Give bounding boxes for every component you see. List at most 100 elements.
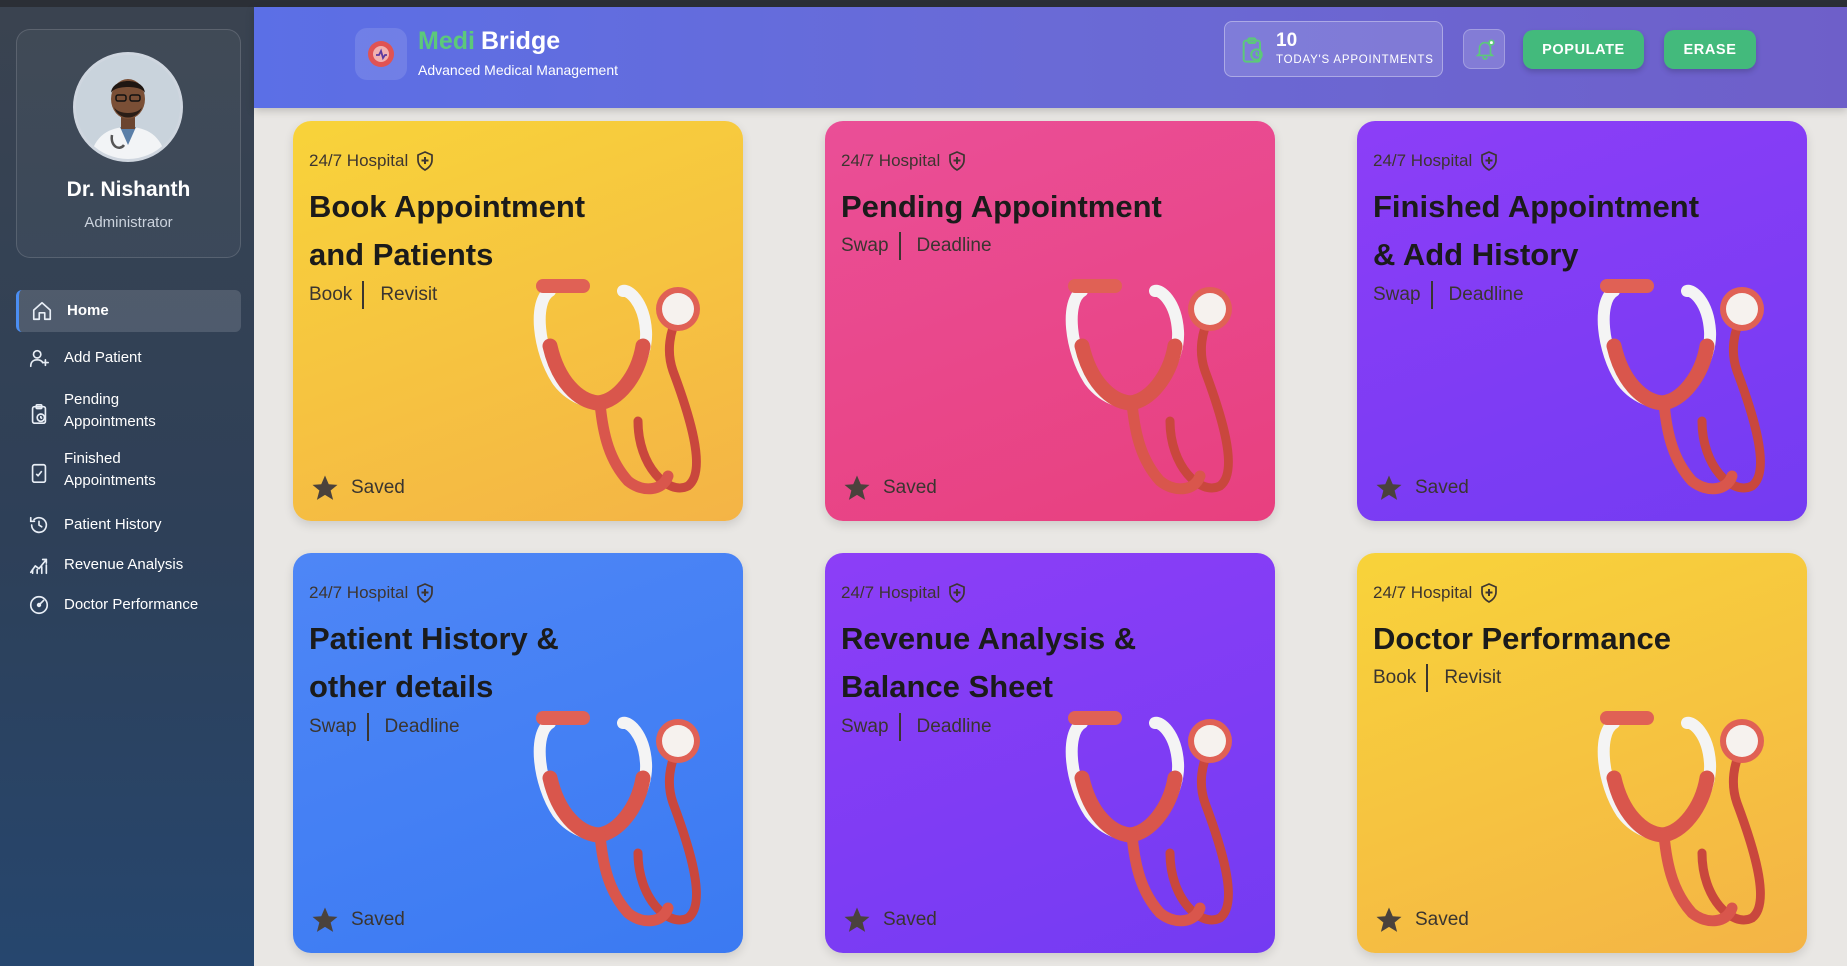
user-plus-icon: [28, 347, 50, 369]
erase-button[interactable]: ERASE: [1664, 30, 1756, 69]
sidebar-item-doctor-performance[interactable]: Doctor Performance: [16, 584, 241, 626]
card-link-deadline[interactable]: Deadline: [917, 716, 992, 738]
card-saved[interactable]: Saved: [841, 905, 937, 935]
card-saved[interactable]: Saved: [1373, 473, 1469, 503]
gauge-icon: [28, 594, 50, 616]
sidebar-item-revenue-analysis[interactable]: Revenue Analysis: [16, 544, 241, 586]
chart-line-icon: [28, 554, 50, 576]
card-book-appointment[interactable]: 24/7 Hospital Book Appointment and Patie…: [293, 121, 743, 521]
card-pending-appointment[interactable]: 24/7 Hospital Pending Appointment Swap De…: [825, 121, 1275, 521]
logo-icon: [368, 41, 394, 67]
sidebar-item-label: Patient History: [64, 516, 162, 533]
card-tag: 24/7 Hospital: [309, 151, 434, 171]
sidebar-item-pending-appointments[interactable]: Pending Appointments: [16, 385, 241, 443]
sidebar-item-home[interactable]: Home: [16, 290, 241, 332]
card-patient-history[interactable]: 24/7 Hospital Patient History & other de…: [293, 553, 743, 953]
card-saved-label: Saved: [1415, 909, 1469, 930]
stethoscope-icon: [1065, 279, 1233, 495]
clipboard-check-icon: [28, 462, 50, 484]
card-link-swap[interactable]: Swap: [841, 235, 889, 257]
sidebar-item-label: Pending Appointments: [64, 391, 156, 430]
profile-role: Administrator: [84, 214, 173, 231]
star-icon: [844, 475, 870, 500]
shield-icon: [417, 583, 434, 603]
sidebar: Dr. Nishanth Administrator Home Add Pati…: [0, 7, 254, 966]
card-link-swap[interactable]: Swap: [841, 716, 889, 738]
sidebar-item-add-patient[interactable]: Add Patient: [16, 337, 241, 379]
appointments-label: TODAY'S APPOINTMENTS: [1276, 54, 1434, 66]
card-links: Book Revisit: [309, 281, 437, 309]
card-link-swap[interactable]: Swap: [1373, 284, 1421, 306]
card-tag-label: 24/7 Hospital: [841, 583, 941, 602]
clipboard-clock-icon: [28, 403, 50, 425]
clipboard-clock-icon: [1239, 36, 1267, 64]
stethoscope-icon: [1597, 279, 1765, 495]
shield-icon: [1481, 151, 1498, 171]
sidebar-item-label: Revenue Analysis: [64, 556, 184, 573]
card-links: Swap Deadline: [1373, 281, 1524, 309]
star-icon: [1376, 907, 1402, 932]
card-doctor-performance[interactable]: 24/7 Hospital Doctor Performance Book Rev…: [1357, 553, 1807, 953]
card-title: Pending Appointment: [841, 189, 1162, 224]
card-tag: 24/7 Hospital: [841, 583, 966, 603]
card-saved[interactable]: Saved: [309, 905, 405, 935]
link-divider: [366, 713, 369, 741]
appointments-count: 10: [1276, 30, 1298, 51]
card-links: Swap Deadline: [841, 713, 992, 741]
card-link-deadline[interactable]: Deadline: [385, 716, 460, 738]
card-link-swap[interactable]: Swap: [309, 716, 357, 738]
shield-icon: [949, 151, 966, 171]
profile-name: Dr. Nishanth: [66, 178, 191, 201]
link-divider: [362, 281, 365, 309]
brand-name: Medi Bridge: [418, 27, 560, 56]
card-saved-label: Saved: [883, 477, 937, 498]
shield-icon: [417, 151, 434, 171]
card-link-revisit[interactable]: Revisit: [380, 284, 437, 306]
card-tag: 24/7 Hospital: [1373, 151, 1498, 171]
stethoscope-icon: [533, 279, 701, 495]
sidebar-item-label: Home: [67, 302, 109, 319]
card-link-deadline[interactable]: Deadline: [917, 235, 992, 257]
card-link-book[interactable]: Book: [1373, 667, 1416, 689]
card-link-revisit[interactable]: Revisit: [1444, 667, 1501, 689]
card-links: Swap Deadline: [841, 232, 992, 260]
app-logo[interactable]: [355, 28, 407, 80]
card-saved[interactable]: Saved: [841, 473, 937, 503]
card-tag: 24/7 Hospital: [841, 151, 966, 171]
card-title: Doctor Performance: [1373, 621, 1672, 656]
brand-bridge: Bridge: [480, 27, 561, 55]
card-tag: 24/7 Hospital: [309, 583, 434, 603]
link-divider: [1426, 664, 1429, 692]
populate-button[interactable]: POPULATE: [1523, 30, 1644, 69]
card-tag-label: 24/7 Hospital: [309, 583, 409, 602]
star-icon: [312, 475, 338, 500]
sidebar-item-label: Add Patient: [64, 349, 142, 366]
star-icon: [844, 907, 870, 932]
top-header: Medi Bridge Advanced Medical Management 1…: [254, 7, 1847, 108]
card-tag-label: 24/7 Hospital: [1373, 151, 1473, 170]
card-links: Swap Deadline: [309, 713, 460, 741]
card-saved-label: Saved: [351, 909, 405, 930]
card-tag-label: 24/7 Hospital: [841, 151, 941, 170]
link-divider: [1430, 281, 1433, 309]
card-link-deadline[interactable]: Deadline: [1449, 284, 1524, 306]
profile-card: Dr. Nishanth Administrator: [16, 29, 241, 258]
stethoscope-icon: [533, 711, 701, 927]
notifications-button[interactable]: [1463, 29, 1505, 69]
sidebar-item-finished-appointments[interactable]: Finished Appointments: [16, 444, 241, 502]
card-saved[interactable]: Saved: [309, 473, 405, 503]
card-saved-label: Saved: [351, 477, 405, 498]
todays-appointments-widget[interactable]: 10 TODAY'S APPOINTMENTS: [1224, 21, 1443, 77]
card-saved[interactable]: Saved: [1373, 905, 1469, 935]
bell-icon: [1475, 39, 1495, 60]
card-revenue-analysis[interactable]: 24/7 Hospital Revenue Analysis & Balance…: [825, 553, 1275, 953]
shield-icon: [1481, 583, 1498, 603]
card-tag: 24/7 Hospital: [1373, 583, 1498, 603]
history-icon: [28, 514, 50, 536]
sidebar-item-patient-history[interactable]: Patient History: [16, 504, 241, 546]
stethoscope-icon: [1597, 711, 1765, 927]
stethoscope-icon: [1065, 711, 1233, 927]
card-finished-appointment[interactable]: 24/7 Hospital Finished Appointment & Add…: [1357, 121, 1807, 521]
card-link-book[interactable]: Book: [309, 284, 352, 306]
star-icon: [312, 907, 338, 932]
